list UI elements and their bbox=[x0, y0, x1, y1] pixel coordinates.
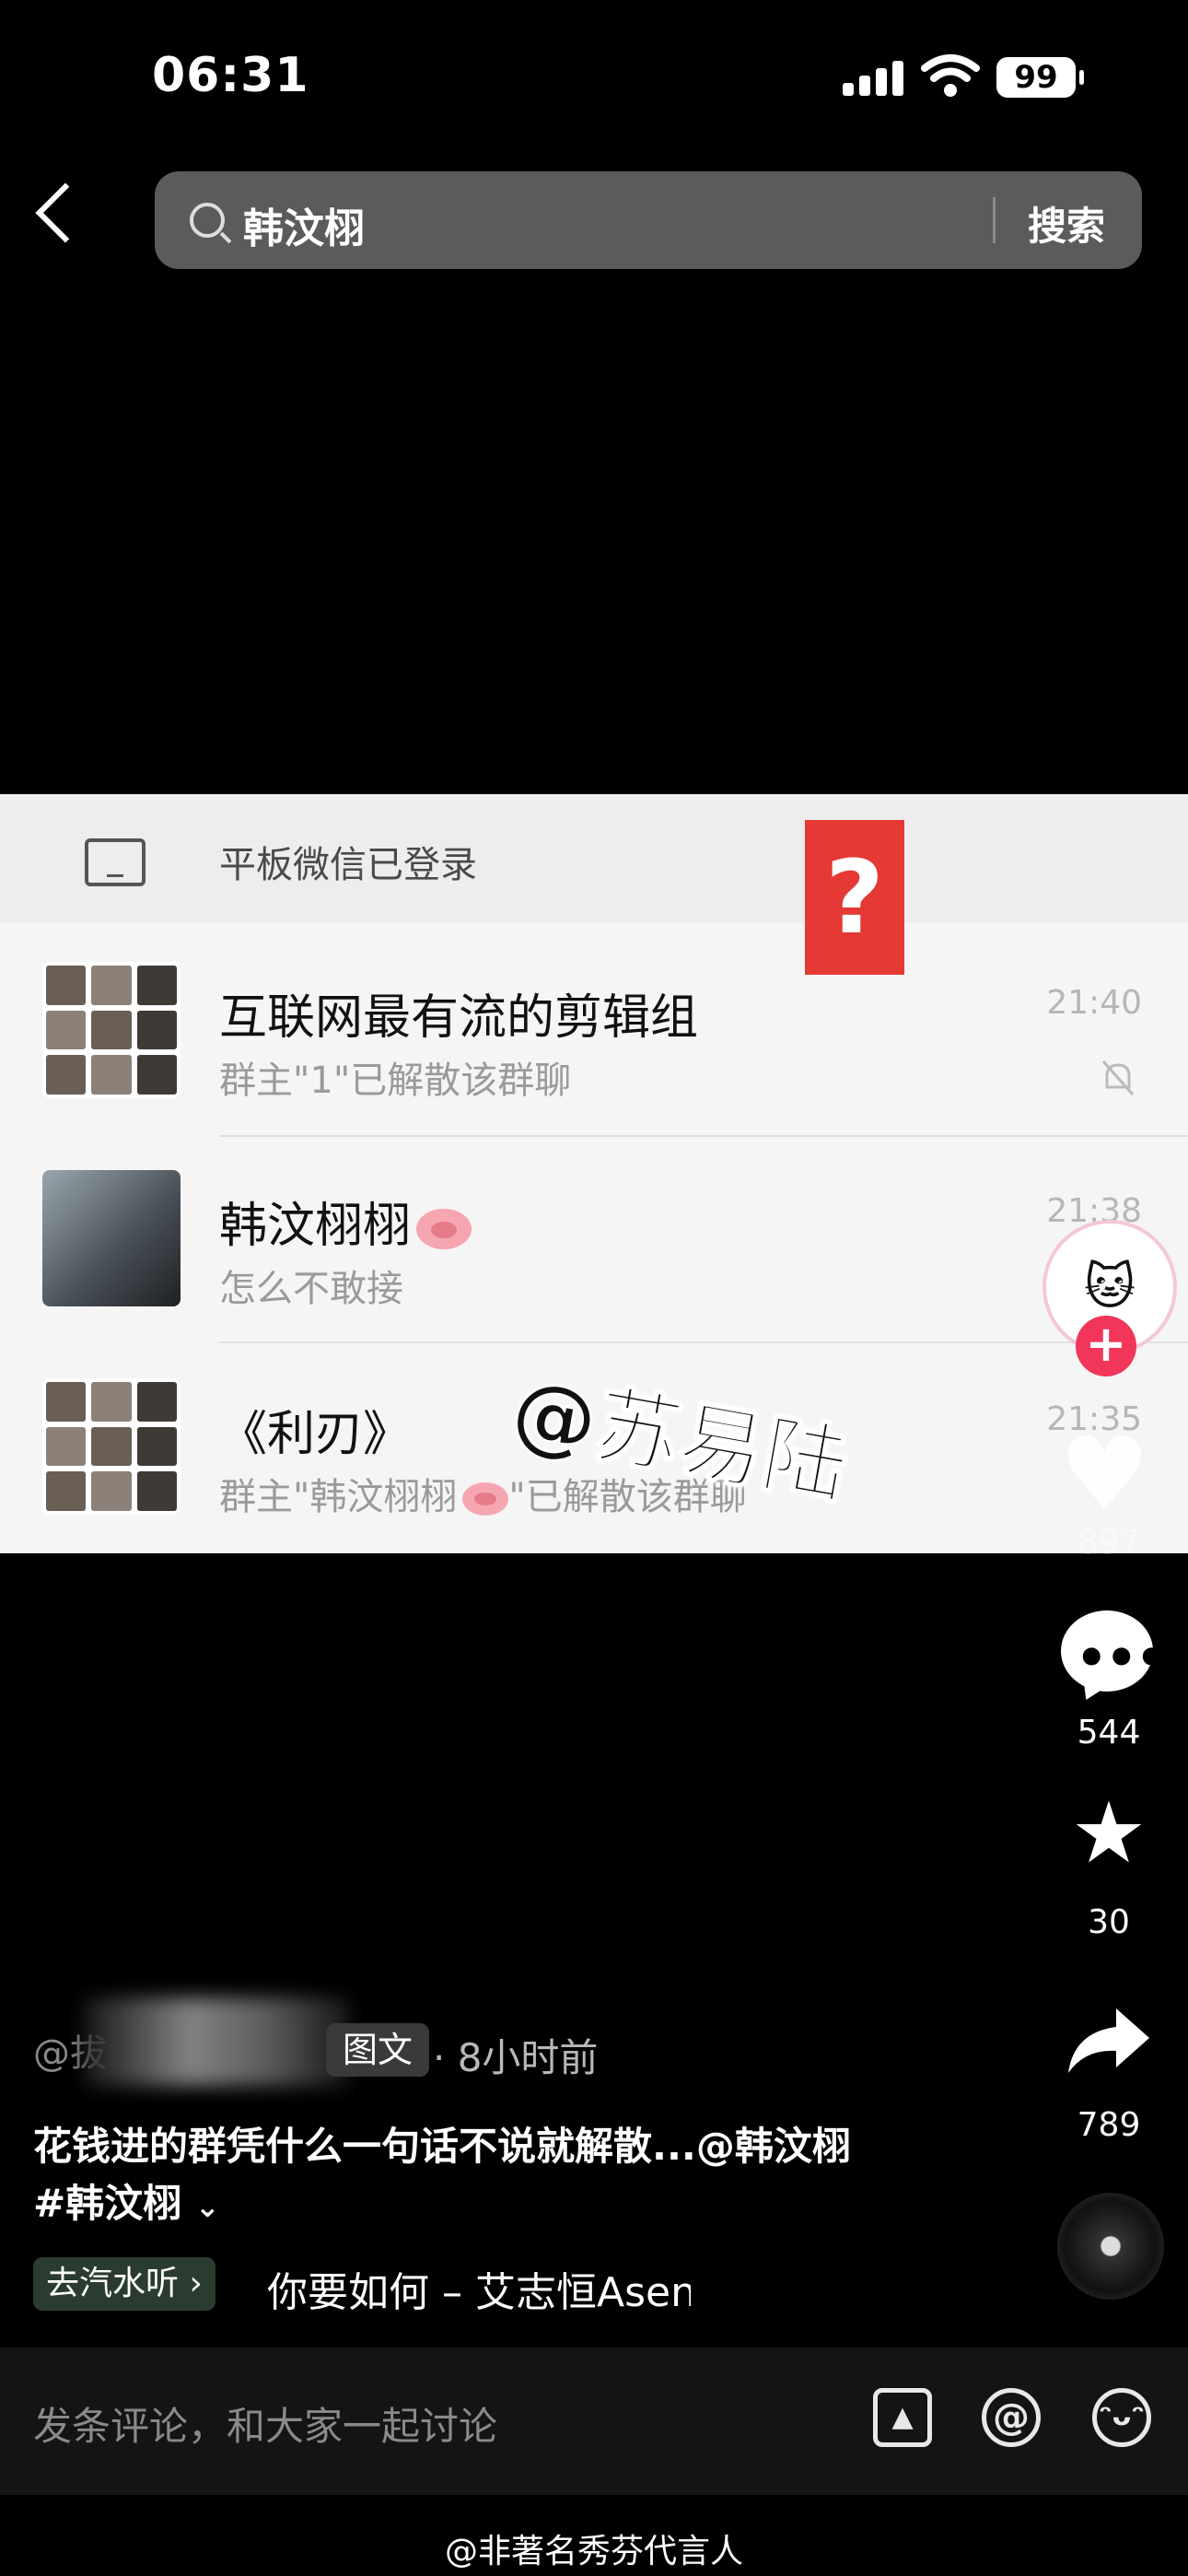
post-hashtag[interactable]: #韩汶栩 ⌄ bbox=[33, 2172, 220, 2229]
share-count: 789 bbox=[1077, 2106, 1141, 2144]
back-chevron-icon[interactable] bbox=[35, 182, 96, 243]
tablet-login-text: 平板微信已登录 bbox=[219, 844, 477, 886]
search-bar[interactable]: 韩汶栩 搜索 bbox=[155, 171, 1142, 269]
chat-time: 21:40 bbox=[1046, 984, 1142, 1022]
search-icon bbox=[190, 203, 225, 238]
post-type-tag: 图文 bbox=[326, 2023, 430, 2077]
post-caption[interactable]: 花钱进的群凭什么一句话不说就解散...@韩汶栩 bbox=[33, 2115, 851, 2172]
pig-emoji-icon bbox=[462, 1482, 509, 1516]
tablet-login-notice: 平板微信已登录 bbox=[0, 794, 1188, 923]
group-avatar bbox=[42, 962, 181, 1098]
tablet-icon bbox=[85, 838, 146, 886]
like-count: 897 bbox=[1077, 1524, 1141, 1562]
user-avatar bbox=[42, 1170, 181, 1306]
image-icon[interactable]: ▲ bbox=[873, 2388, 932, 2447]
chat-item[interactable]: 韩汶栩栩 怎么不敢接 21:38 bbox=[0, 1131, 1188, 1338]
pig-emoji-icon bbox=[416, 1209, 472, 1249]
comment-dots: ••• bbox=[1076, 1629, 1168, 1687]
star-icon[interactable]: ★ bbox=[1044, 1784, 1173, 1882]
comment-bar: 发条评论，和大家一起讨论 ▲ @ ᵔᴗᵔ bbox=[0, 2348, 1188, 2495]
chat-name: 互联网最有流的剪辑组 bbox=[219, 990, 699, 1046]
hashtag-text[interactable]: #韩汶栩 bbox=[33, 2181, 181, 2226]
chat-name: 韩汶栩栩 bbox=[219, 1187, 472, 1256]
battery-indicator: 99 bbox=[996, 57, 1084, 98]
status-time: 06:31 bbox=[152, 48, 309, 103]
wifi-icon bbox=[921, 54, 980, 97]
music-title[interactable]: 你要如何 – 艾志恒Asen bbox=[267, 2259, 691, 2318]
comment-input[interactable]: 发条评论，和大家一起讨论 bbox=[33, 2395, 497, 2452]
music-app-label: 去汽水听 bbox=[46, 2265, 180, 2302]
chat-message: 群主"1"已解散该群聊 bbox=[219, 1060, 572, 1102]
post-time: · 8小时前 bbox=[433, 2035, 599, 2080]
signal-icon bbox=[843, 61, 909, 96]
search-button[interactable]: 搜索 bbox=[1028, 195, 1105, 252]
follow-button[interactable]: + bbox=[1076, 1316, 1136, 1376]
chevron-down-icon[interactable]: ⌄ bbox=[195, 2189, 220, 2224]
music-disc[interactable] bbox=[1057, 2193, 1164, 2300]
chat-name: 《利刃》 bbox=[219, 1407, 412, 1462]
weibo-watermark: @非著名秀芬代言人 bbox=[444, 2533, 743, 2570]
favorite-count: 30 bbox=[1088, 1903, 1130, 1941]
chat-message: 怎么不敢接 bbox=[219, 1268, 403, 1310]
chevron-right-icon: › bbox=[189, 2265, 203, 2302]
like-heart-icon[interactable]: ♥ bbox=[1059, 1415, 1150, 1533]
mute-bell-icon bbox=[1101, 1060, 1135, 1095]
chat-item[interactable]: 互联网最有流的剪辑组 群主"1"已解散该群聊 21:40 bbox=[0, 923, 1188, 1130]
author-blur bbox=[83, 1997, 350, 2086]
search-input[interactable]: 韩汶栩 bbox=[243, 195, 365, 254]
chat-message-prefix: 群主"韩汶栩栩 bbox=[219, 1476, 458, 1518]
share-icon[interactable] bbox=[1065, 2005, 1153, 2078]
group-avatar bbox=[42, 1378, 181, 1515]
chat-name-text: 韩汶栩栩 bbox=[219, 1199, 412, 1254]
emoji-icon[interactable]: ᵔᴗᵔ bbox=[1092, 2388, 1151, 2447]
music-app-button[interactable]: 去汽水听 › bbox=[33, 2257, 215, 2311]
search-divider bbox=[993, 197, 996, 243]
comment-count: 544 bbox=[1077, 1714, 1141, 1751]
at-icon[interactable]: @ bbox=[982, 2388, 1041, 2447]
